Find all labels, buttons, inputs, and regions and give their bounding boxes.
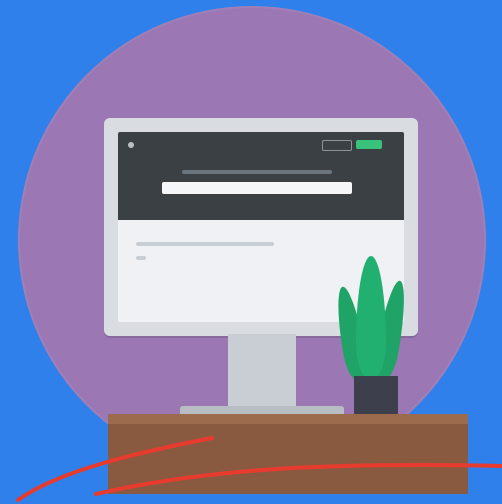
monitor-stand xyxy=(228,334,296,416)
desk-top xyxy=(108,414,468,424)
illustration-stage xyxy=(0,0,502,504)
plant-pot xyxy=(354,376,398,418)
search-input[interactable] xyxy=(162,182,352,194)
content-text-placeholder xyxy=(136,242,274,246)
header-primary-button[interactable] xyxy=(356,140,382,149)
website-header xyxy=(118,132,404,220)
header-secondary-button[interactable] xyxy=(322,140,352,151)
hero-text-placeholder xyxy=(182,170,332,174)
site-brand xyxy=(128,142,139,148)
desk xyxy=(108,414,468,494)
content-text-placeholder-short xyxy=(136,256,146,260)
brand-logo-icon xyxy=(128,142,134,148)
